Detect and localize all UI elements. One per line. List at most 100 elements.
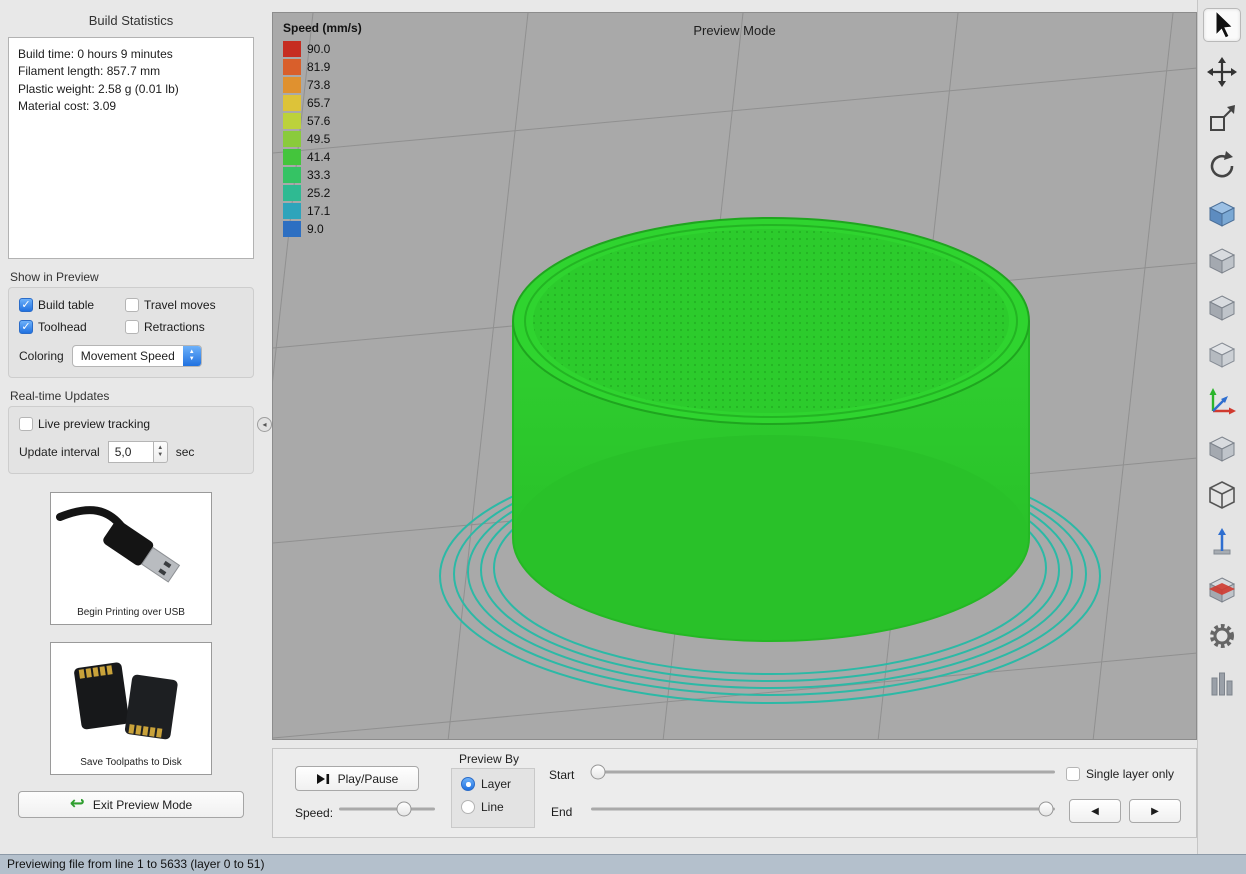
move-icon: [1205, 55, 1239, 89]
end-layer-slider[interactable]: [591, 801, 1055, 817]
update-interval-label: Update interval: [19, 445, 100, 459]
checkbox-toolhead[interactable]: Toolhead: [19, 320, 125, 334]
checkbox-build-table[interactable]: Build table: [19, 298, 125, 312]
realtime-updates-label: Real-time Updates: [10, 389, 254, 403]
view-toolbar: [1197, 0, 1246, 854]
tool-wireframe-view[interactable]: [1203, 478, 1241, 512]
speed-label: Speed:: [295, 806, 333, 820]
build-statistics-panel: Build Statistics Build time: 0 hours 9 m…: [8, 6, 254, 818]
slider-knob[interactable]: [1038, 802, 1053, 817]
checkbox-icon[interactable]: [125, 298, 139, 312]
chevron-up-down-icon: ▲▼: [183, 346, 201, 366]
preview-mode-label: Preview Mode: [273, 23, 1196, 38]
view-cube-right[interactable]: [1203, 337, 1241, 371]
coloring-dropdown-value: Movement Speed: [81, 349, 175, 363]
play-pause-button[interactable]: Play/Pause: [295, 766, 419, 791]
speed-slider[interactable]: [339, 801, 435, 817]
tool-select-cursor[interactable]: [1203, 8, 1241, 42]
view-cube-left[interactable]: [1203, 290, 1241, 324]
radio-line[interactable]: Line: [461, 800, 525, 814]
legend-entry: 65.7: [283, 94, 362, 111]
vertical-arrow-icon: [1205, 525, 1239, 559]
view-cube-bottom[interactable]: [1203, 431, 1241, 465]
checkbox-label: Live preview tracking: [38, 417, 150, 431]
begin-printing-usb-button[interactable]: Begin Printing over USB: [50, 492, 212, 625]
end-label: End: [551, 805, 572, 819]
rotate-icon: [1205, 149, 1239, 183]
checkbox-label: Single layer only: [1086, 767, 1174, 781]
checkbox-live-preview-tracking[interactable]: Live preview tracking: [19, 417, 243, 431]
tool-move[interactable]: [1203, 55, 1241, 89]
gray-cube-icon: [1205, 243, 1239, 277]
preview-by-label: Preview By: [459, 752, 519, 766]
checkbox-icon[interactable]: [125, 320, 139, 334]
next-layer-button[interactable]: ▶: [1129, 799, 1181, 823]
stat-plastic-weight: Plastic weight: 2.58 g (0.01 lb): [18, 81, 244, 98]
save-toolpaths-button[interactable]: Save Toolpaths to Disk: [50, 642, 212, 775]
legend-entry: 9.0: [283, 220, 362, 237]
exit-preview-mode-button[interactable]: ↩ Exit Preview Mode: [18, 791, 244, 818]
slider-track: [591, 771, 1055, 774]
legend-swatch: [283, 131, 301, 147]
panel-title: Build Statistics: [8, 6, 254, 37]
tool-vertical-axis[interactable]: [1203, 525, 1241, 559]
radio-layer[interactable]: Layer: [461, 777, 525, 791]
view-cube-back[interactable]: [1203, 243, 1241, 277]
checkbox-retractions[interactable]: Retractions: [125, 320, 243, 334]
gray-cube-icon: [1205, 337, 1239, 371]
checkbox-icon[interactable]: [1066, 767, 1080, 781]
show-in-preview-group: Build table Travel moves Toolhead Retrac…: [8, 287, 254, 378]
spinner-up-down-icon[interactable]: ▲▼: [154, 441, 168, 463]
play-pause-label: Play/Pause: [338, 772, 399, 786]
status-bar: Previewing file from line 1 to 5633 (lay…: [0, 854, 1246, 874]
gray-cube-icon: [1205, 431, 1239, 465]
checkbox-icon[interactable]: [19, 417, 33, 431]
tool-machine-settings[interactable]: [1203, 619, 1241, 653]
update-interval-unit: sec: [176, 445, 195, 459]
coloring-dropdown[interactable]: Movement Speed ▲▼: [72, 345, 202, 367]
panel-collapse-handle[interactable]: ◂: [257, 417, 272, 432]
printed-model: [513, 218, 1029, 641]
checkbox-label: Travel moves: [144, 298, 216, 312]
usb-cable-image: [55, 498, 207, 604]
radio-icon[interactable]: [461, 777, 475, 791]
stat-filament-length: Filament length: 857.7 mm: [18, 63, 244, 80]
single-layer-checkbox[interactable]: Single layer only: [1066, 767, 1174, 781]
legend-swatch: [283, 203, 301, 219]
tool-cross-section[interactable]: [1203, 572, 1241, 606]
slider-knob[interactable]: [590, 765, 605, 780]
sd-button-caption: Save Toolpaths to Disk: [55, 754, 207, 770]
checkbox-icon[interactable]: [19, 320, 33, 334]
legend-entry: 57.6: [283, 112, 362, 129]
legend-entry: 90.0: [283, 40, 362, 57]
exit-button-label: Exit Preview Mode: [93, 798, 192, 812]
legend-swatch: [283, 221, 301, 237]
preview-3d-viewport[interactable]: Preview Mode Speed (mm/s) 90.0 81.9 73.8…: [272, 12, 1197, 740]
update-interval-input[interactable]: 5,0: [108, 441, 154, 463]
radio-icon[interactable]: [461, 800, 475, 814]
checkbox-label: Toolhead: [38, 320, 87, 334]
legend-swatch: [283, 185, 301, 201]
slider-knob[interactable]: [397, 802, 412, 817]
legend-swatch: [283, 113, 301, 129]
previous-layer-button[interactable]: ◀: [1069, 799, 1121, 823]
checkbox-travel-moves[interactable]: Travel moves: [125, 298, 243, 312]
speed-legend: Speed (mm/s) 90.0 81.9 73.8 65.7 57.6 49…: [283, 21, 362, 238]
gray-cube-icon: [1205, 290, 1239, 324]
legend-swatch: [283, 41, 301, 57]
view-cube-iso[interactable]: [1203, 196, 1241, 230]
stat-material-cost: Material cost: 3.09: [18, 98, 244, 115]
cursor-icon: [1205, 8, 1239, 42]
tool-scale[interactable]: [1203, 102, 1241, 136]
checkbox-icon[interactable]: [19, 298, 33, 312]
start-layer-slider[interactable]: [591, 764, 1055, 780]
legend-entry: 17.1: [283, 202, 362, 219]
legend-swatch: [283, 95, 301, 111]
legend-entry: 73.8: [283, 76, 362, 93]
slider-track: [591, 808, 1055, 811]
view-coordinate-axes[interactable]: [1203, 384, 1241, 418]
realtime-updates-group: Live preview tracking Update interval 5,…: [8, 406, 254, 474]
cross-section-cube-icon: [1205, 572, 1239, 606]
tool-rotate[interactable]: [1203, 149, 1241, 183]
tool-support-structures[interactable]: [1203, 666, 1241, 700]
